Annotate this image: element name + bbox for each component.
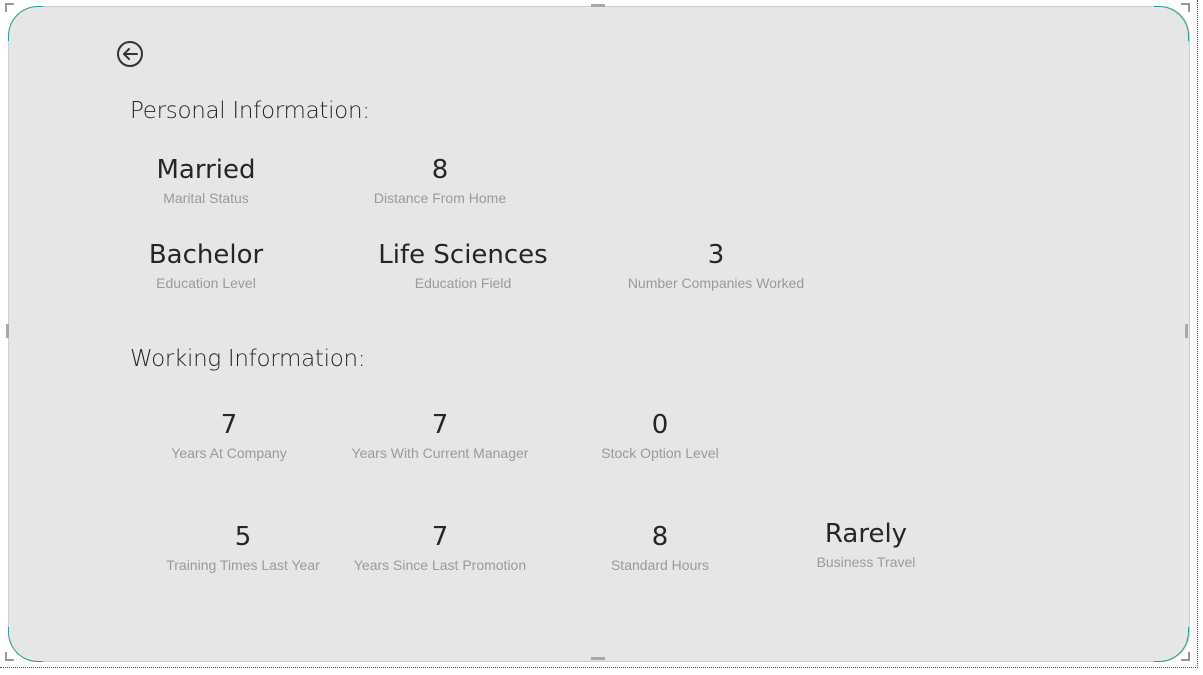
stock-option-level-value: 0 bbox=[651, 410, 669, 440]
years-since-promotion-label: Years Since Last Promotion bbox=[353, 557, 527, 573]
years-with-manager-label: Years With Current Manager bbox=[351, 445, 529, 461]
distance-from-home-label: Distance From Home bbox=[373, 190, 507, 206]
business-travel-label: Business Travel bbox=[816, 554, 916, 570]
resize-handle-right[interactable] bbox=[1185, 324, 1188, 338]
working-info-heading: Working Information: bbox=[130, 346, 366, 372]
resize-handle-left[interactable] bbox=[6, 324, 9, 338]
education-field-label: Education Field bbox=[414, 275, 512, 291]
card-years-since-last-promotion: 7 Years Since Last Promotion bbox=[325, 521, 555, 573]
years-at-company-label: Years At Company bbox=[171, 445, 287, 461]
standard-hours-value: 8 bbox=[651, 522, 669, 552]
resize-handle-bottom-right[interactable] bbox=[1181, 652, 1190, 661]
card-marital-status: Married Marital Status bbox=[91, 154, 321, 206]
back-button[interactable] bbox=[116, 40, 144, 68]
resize-handle-top-left[interactable] bbox=[5, 3, 14, 12]
marital-status-value: Married bbox=[156, 155, 256, 185]
stock-option-level-label: Stock Option Level bbox=[601, 445, 719, 461]
number-companies-worked-value: 3 bbox=[707, 240, 725, 270]
arrow-left-circle-icon bbox=[117, 41, 143, 67]
card-stock-option-level: 0 Stock Option Level bbox=[545, 409, 775, 461]
card-education-field: Life Sciences Education Field bbox=[348, 239, 578, 291]
card-training-times-last-year: 5 Training Times Last Year bbox=[128, 521, 358, 573]
training-times-value: 5 bbox=[234, 522, 252, 552]
years-at-company-value: 7 bbox=[220, 410, 238, 440]
education-level-value: Bachelor bbox=[148, 240, 264, 270]
resize-handle-bottom[interactable] bbox=[591, 657, 605, 660]
card-standard-hours: 8 Standard Hours bbox=[545, 521, 775, 573]
education-level-label: Education Level bbox=[156, 275, 256, 291]
card-business-travel: Rarely Business Travel bbox=[751, 518, 981, 570]
number-companies-worked-label: Number Companies Worked bbox=[627, 275, 805, 291]
card-years-with-current-manager: 7 Years With Current Manager bbox=[325, 409, 555, 461]
standard-hours-label: Standard Hours bbox=[610, 557, 710, 573]
card-education-level: Bachelor Education Level bbox=[91, 239, 321, 291]
years-since-promotion-value: 7 bbox=[431, 522, 449, 552]
resize-handle-top-right[interactable] bbox=[1181, 3, 1190, 12]
personal-info-heading: Personal Information: bbox=[130, 98, 370, 124]
years-with-manager-value: 7 bbox=[431, 410, 449, 440]
marital-status-label: Marital Status bbox=[163, 190, 249, 206]
business-travel-value: Rarely bbox=[824, 519, 908, 549]
training-times-label: Training Times Last Year bbox=[166, 557, 320, 573]
resize-handle-bottom-left[interactable] bbox=[5, 652, 14, 661]
distance-from-home-value: 8 bbox=[431, 155, 449, 185]
education-field-value: Life Sciences bbox=[378, 240, 548, 270]
card-years-at-company: 7 Years At Company bbox=[114, 409, 344, 461]
card-number-companies-worked: 3 Number Companies Worked bbox=[601, 239, 831, 291]
card-distance-from-home: 8 Distance From Home bbox=[325, 154, 555, 206]
resize-handle-top[interactable] bbox=[591, 4, 605, 7]
